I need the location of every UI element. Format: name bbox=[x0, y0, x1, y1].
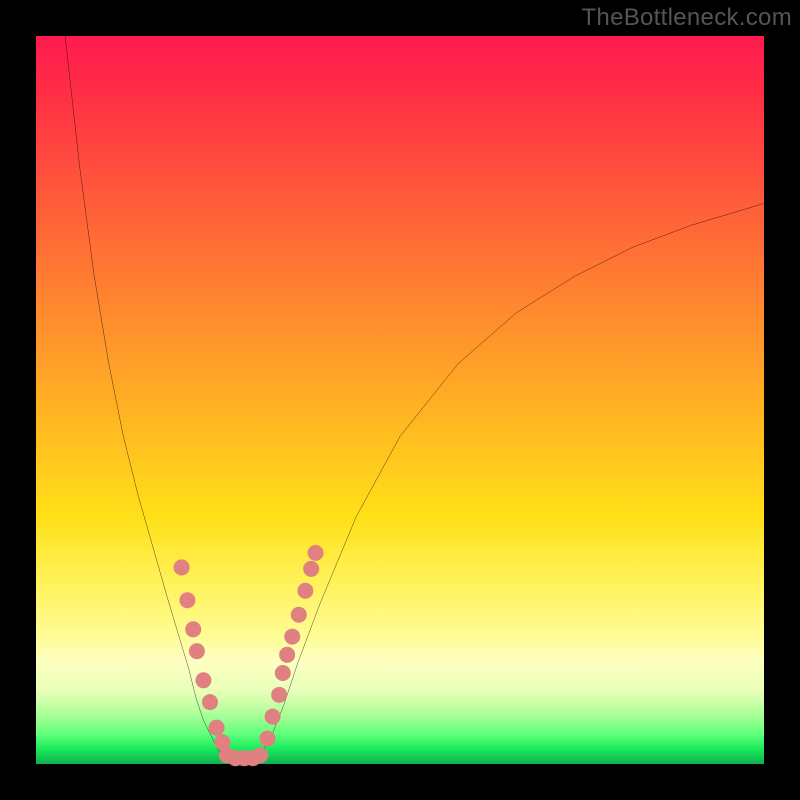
watermark-text: TheBottleneck.com bbox=[581, 4, 792, 32]
marker-dot bbox=[297, 583, 313, 599]
markers bbox=[174, 545, 324, 766]
marker-dot bbox=[179, 592, 195, 608]
marker-dot bbox=[209, 720, 225, 736]
marker-dot bbox=[189, 643, 205, 659]
marker-dot bbox=[308, 545, 324, 561]
marker-dot bbox=[185, 621, 201, 637]
marker-dot bbox=[284, 629, 300, 645]
marker-dot bbox=[303, 561, 319, 577]
marker-dot bbox=[259, 731, 275, 747]
marker-dot bbox=[275, 665, 291, 681]
plot-area bbox=[36, 36, 764, 764]
series-right-curve bbox=[254, 203, 764, 760]
marker-dot bbox=[265, 709, 281, 725]
marker-dot bbox=[291, 607, 307, 623]
marker-dot bbox=[202, 694, 218, 710]
marker-dot bbox=[252, 747, 268, 763]
chart-frame: TheBottleneck.com bbox=[0, 0, 800, 800]
marker-dot bbox=[271, 687, 287, 703]
marker-dot bbox=[174, 559, 190, 575]
curve-layer bbox=[36, 36, 764, 764]
marker-dot bbox=[195, 672, 211, 688]
curves bbox=[65, 36, 764, 762]
marker-dot bbox=[279, 647, 295, 663]
